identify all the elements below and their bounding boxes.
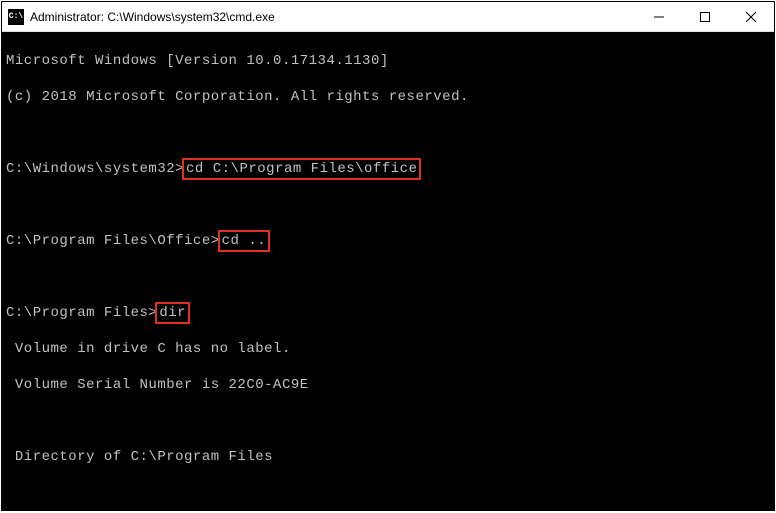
- maximize-button[interactable]: [682, 2, 728, 31]
- close-icon: [746, 12, 756, 22]
- window-controls: [636, 2, 774, 31]
- minimize-icon: [654, 12, 664, 22]
- prompt-line: C:\Program Files>dir: [6, 304, 770, 322]
- prompt-line: C:\Program Files\Office>cd ..: [6, 232, 770, 250]
- output-line: Volume in drive C has no label.: [6, 340, 770, 358]
- output-line: Directory of C:\Program Files: [6, 448, 770, 466]
- blank-line: [6, 196, 770, 214]
- terminal-output[interactable]: Microsoft Windows [Version 10.0.17134.11…: [2, 32, 774, 510]
- cmd-icon: C:\: [8, 9, 24, 25]
- prompt-text: C:\Program Files\Office>: [6, 233, 220, 249]
- blank-line: [6, 268, 770, 286]
- minimize-button[interactable]: [636, 2, 682, 31]
- prompt-line: C:\Windows\system32>cd C:\Program Files\…: [6, 160, 770, 178]
- cmd-window: C:\ Administrator: C:\Windows\system32\c…: [1, 1, 775, 511]
- header-line: (c) 2018 Microsoft Corporation. All righ…: [6, 88, 770, 106]
- close-button[interactable]: [728, 2, 774, 31]
- blank-line: [6, 124, 770, 142]
- header-line: Microsoft Windows [Version 10.0.17134.11…: [6, 52, 770, 70]
- prompt-text: C:\Windows\system32>: [6, 161, 184, 177]
- highlighted-command: dir: [155, 302, 190, 324]
- output-line: Volume Serial Number is 22C0-AC9E: [6, 376, 770, 394]
- highlighted-command: cd C:\Program Files\office: [182, 158, 421, 180]
- window-title: Administrator: C:\Windows\system32\cmd.e…: [30, 10, 636, 24]
- blank-line: [6, 412, 770, 430]
- titlebar[interactable]: C:\ Administrator: C:\Windows\system32\c…: [2, 2, 774, 32]
- blank-line: [6, 484, 770, 502]
- prompt-text: C:\Program Files>: [6, 305, 157, 321]
- highlighted-command: cd ..: [218, 230, 271, 252]
- maximize-icon: [700, 12, 710, 22]
